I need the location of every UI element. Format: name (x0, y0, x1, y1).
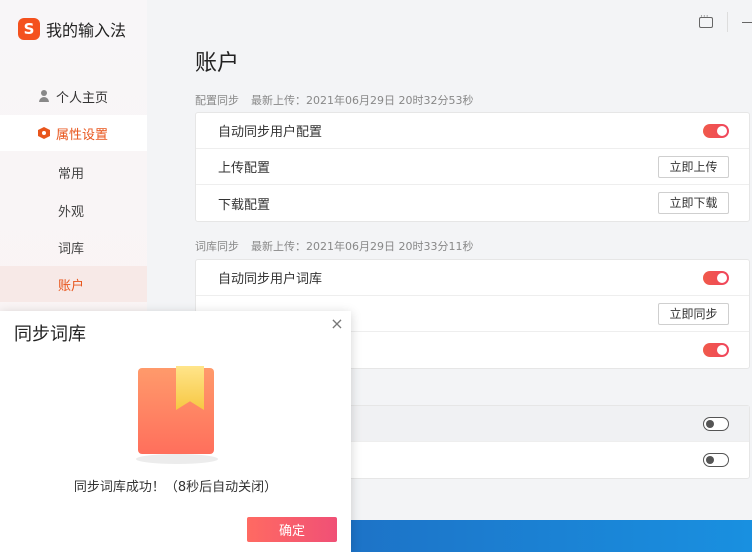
taskbar (350, 520, 752, 552)
app-logo-icon: S (18, 18, 40, 40)
settings-row: 上传配置 立即上传 (196, 149, 749, 185)
confirm-button[interactable]: 确定 (247, 517, 337, 542)
app-name: 我的输入法 (46, 21, 127, 40)
option-toggle-off[interactable] (703, 453, 729, 467)
row-label: 下载配置 (218, 197, 271, 213)
sidebar-subitem-label: 账户 (58, 278, 85, 294)
lexicon-option-toggle[interactable] (703, 343, 729, 357)
row-label: 自动同步用户配置 (218, 125, 323, 140)
option-toggle-off[interactable] (703, 417, 729, 431)
row-label: 自动同步用户词库 (218, 272, 323, 287)
row-label: 上传配置 (218, 161, 271, 176)
section-title: 词库同步 (195, 240, 239, 253)
settings-row: 下载配置 立即下载 (196, 185, 749, 221)
sidebar-subitem-label: 外观 (58, 204, 85, 220)
settings-hex-icon (38, 127, 50, 139)
sidebar-item-profile[interactable]: 个人主页 (0, 78, 147, 114)
sync-now-button[interactable]: 立即同步 (658, 303, 729, 325)
section-title: 配置同步 (195, 94, 239, 107)
sidebar-subitem-label: 词库 (58, 241, 85, 257)
auto-sync-lexicon-toggle[interactable] (703, 271, 729, 285)
sidebar-subitem-appearance[interactable]: 外观 (0, 192, 147, 228)
lexicon-book-icon (138, 366, 214, 460)
sidebar-subitem-account[interactable]: 账户 (0, 266, 147, 302)
feedback-icon[interactable] (699, 12, 713, 28)
brand: S 我的输入法 (18, 16, 126, 42)
page-title: 账户 (195, 51, 240, 76)
download-now-button[interactable]: 立即下载 (658, 192, 729, 214)
sidebar-item-label: 个人主页 (56, 90, 109, 106)
upload-now-button[interactable]: 立即上传 (658, 156, 729, 178)
close-icon[interactable]: × (329, 316, 345, 332)
last-upload-time: 最新上传：2021年06月29日 20时32分53秒 (251, 94, 474, 107)
sidebar-item-label: 属性设置 (56, 127, 109, 143)
divider (727, 12, 728, 32)
window-controls (699, 12, 752, 32)
lexicon-sync-header: 词库同步 最新上传：2021年06月29日 20时33分11秒 (195, 238, 473, 254)
dialog-title: 同步词库 (14, 324, 86, 345)
sidebar-subitem-lexicon[interactable]: 词库 (0, 229, 147, 265)
settings-row: 自动同步用户配置 (196, 113, 749, 149)
last-upload-time: 最新上传：2021年06月29日 20时33分11秒 (251, 240, 474, 253)
person-icon (38, 90, 50, 102)
minimize-icon[interactable] (742, 21, 752, 23)
config-sync-card: 自动同步用户配置 上传配置 立即上传 下载配置 立即下载 (195, 112, 750, 222)
sidebar-subitem-label: 常用 (58, 166, 85, 182)
sidebar-item-settings[interactable]: 属性设置 (0, 115, 147, 151)
settings-row: 自动同步用户词库 (196, 260, 749, 296)
config-sync-header: 配置同步 最新上传：2021年06月29日 20时32分53秒 (195, 92, 473, 108)
sync-dialog: 同步词库 × 同步词库成功！（8秒后自动关闭） 确定 (0, 311, 351, 552)
sidebar-subitem-general[interactable]: 常用 (0, 154, 147, 190)
auto-sync-config-toggle[interactable] (703, 124, 729, 138)
dialog-message: 同步词库成功！（8秒后自动关闭） (73, 480, 278, 495)
